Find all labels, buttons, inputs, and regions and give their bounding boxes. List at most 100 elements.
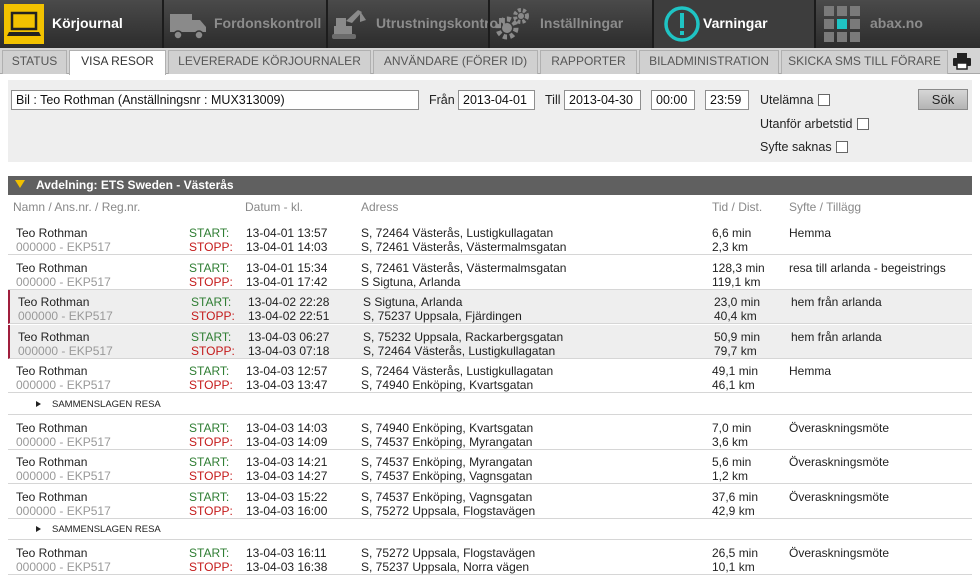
stop-label: STOPP: [189, 469, 233, 483]
trip-duration: 37,6 min [712, 489, 759, 504]
search-button[interactable]: Sök [918, 89, 968, 110]
outside-hours-checkbox[interactable] [857, 118, 869, 130]
start-datetime: 13-04-02 22:28 [248, 295, 330, 309]
stop-label: STOPP: [189, 503, 233, 518]
from-date-input[interactable]: 2013-04-01 [458, 90, 535, 110]
trip-row[interactable]: Teo Rothman 000000 - EKP517 START: STOPP: 13… [8, 255, 972, 290]
nav-abax[interactable]: abax.no [816, 0, 980, 48]
start-address: S, 75232 Uppsala, Rackarbergsgatan [363, 329, 564, 344]
tab-levererade-korjournaler[interactable]: LEVERERADE KÖRJOURNALER [168, 50, 371, 74]
trip-row[interactable]: Teo Rothman 000000 - EKP517 START: STOPP: 13… [8, 484, 972, 519]
merged-trip-row[interactable]: SAMMENSLAGEN RESA [8, 394, 972, 415]
app-grid-icon [824, 6, 860, 42]
tab-status[interactable]: STATUS [2, 50, 67, 74]
trip-distance: 46,1 km [712, 378, 755, 392]
trip-row[interactable]: Teo Rothman 000000 - EKP517 START: STOPP: 13… [8, 290, 972, 324]
stop-datetime: 13-04-03 07:18 [248, 343, 330, 358]
tab-anvandare[interactable]: ANVÄNDARE (FÖRER ID) [373, 50, 538, 74]
nav-label: abax.no [870, 15, 923, 31]
driver-name: Teo Rothman [16, 364, 88, 378]
nav-fordonskontroll[interactable]: Fordonskontroll [164, 0, 326, 48]
start-label: START: [189, 489, 230, 504]
trip-purpose: Hemma [789, 364, 832, 378]
merged-trip-row[interactable]: SAMMENSLAGEN RESA [8, 520, 972, 540]
from-label: Från [429, 93, 455, 107]
start-label: START: [191, 329, 232, 344]
nav-utrustningskontroll[interactable]: Utrustningskontroll [328, 0, 506, 48]
nav-varningar[interactable]: Varningar [654, 0, 814, 48]
expand-triangle-icon [36, 526, 41, 532]
tab-visa-resor[interactable]: VISA RESOR [69, 50, 166, 75]
stop-address: S, 74537 Enköping, Vagnsgatan [361, 469, 533, 483]
tab-biladministration[interactable]: BILADMINISTRATION [639, 50, 779, 74]
start-datetime: 13-04-03 15:22 [246, 489, 328, 504]
stop-address: S, 75237 Uppsala, Norra vägen [361, 560, 530, 574]
start-datetime: 13-04-03 06:27 [248, 329, 330, 344]
print-icon[interactable] [952, 51, 972, 71]
missing-checkbox[interactable] [818, 94, 830, 106]
trip-purpose: Överaskningsmöte [789, 455, 890, 469]
stop-label: STOPP: [189, 274, 233, 289]
start-datetime: 13-04-03 14:21 [246, 455, 328, 469]
vehicle-id: 000000 - EKP517 [16, 274, 111, 289]
trip-distance: 40,4 km [714, 309, 757, 323]
trip-row[interactable]: Teo Rothman 000000 - EKP517 START: STOPP: 13… [8, 324, 972, 359]
start-address: S, 74940 Enköping, Kvartsgatan [361, 420, 534, 435]
trip-row[interactable]: Teo Rothman 000000 - EKP517 START: STOPP: 13… [8, 221, 972, 255]
start-datetime: 13-04-01 13:57 [246, 226, 328, 240]
stop-datetime: 13-04-03 16:38 [246, 560, 328, 574]
start-datetime: 13-04-03 16:11 [246, 546, 327, 560]
tab-bar: STATUS VISA RESOR LEVERERADE KÖRJOURNALE… [0, 48, 980, 75]
no-purpose-label: Syfte saknas [760, 140, 832, 154]
driver-name: Teo Rothman [16, 455, 88, 469]
department-header[interactable]: Avdelning: ETS Sweden - Västerås [8, 176, 972, 195]
trip-distance: 2,3 km [712, 240, 749, 254]
start-label: START: [189, 420, 230, 435]
truck-icon [170, 14, 206, 40]
time-from-input[interactable]: 00:00 [651, 90, 695, 110]
start-datetime: 13-04-03 14:03 [246, 420, 328, 435]
tab-skicka-sms[interactable]: SKICKA SMS TILL FÖRARE [781, 50, 948, 74]
trip-row[interactable]: Teo Rothman 000000 - EKP517 START: STOPP: 13… [8, 415, 972, 450]
start-address: S, 72464 Västerås, Lustigkullagatan [361, 364, 554, 378]
trip-row[interactable]: Teo Rothman 000000 - EKP517 START: STOPP: 13… [8, 450, 972, 484]
time-to-input[interactable]: 23:59 [705, 90, 749, 110]
nav-korjournal[interactable]: Körjournal [0, 0, 162, 48]
trip-duration: 26,5 min [712, 546, 759, 560]
trip-row[interactable]: Teo Rothman 000000 - EKP517 START: STOPP: 13… [8, 541, 972, 575]
stop-address: S, 72461 Västerås, Västermalmsgatan [361, 240, 567, 254]
to-label: Till [545, 93, 561, 107]
stop-label: STOPP: [191, 343, 235, 358]
nav-label: Utrustningskontroll [376, 15, 506, 31]
vehicle-id: 000000 - EKP517 [18, 309, 113, 323]
trip-duration: 50,9 min [714, 329, 761, 344]
nav-label: Körjournal [52, 15, 123, 31]
start-label: START: [189, 364, 230, 378]
trip-duration: 5,6 min [712, 455, 752, 469]
trip-distance: 3,6 km [712, 434, 749, 449]
no-purpose-checkbox[interactable] [836, 141, 848, 153]
trip-purpose: Hemma [789, 226, 832, 240]
start-address: S Sigtuna, Arlanda [363, 295, 463, 309]
start-label: START: [189, 260, 230, 275]
tab-rapporter[interactable]: RAPPORTER [540, 50, 637, 74]
start-datetime: 13-04-03 12:57 [246, 364, 328, 378]
outside-hours-label: Utanför arbetstid [760, 117, 853, 131]
stop-label: STOPP: [191, 309, 235, 323]
vehicle-select[interactable]: Bil : Teo Rothman (Anställningsnr : MUX3… [11, 90, 419, 110]
stop-label: STOPP: [189, 240, 233, 254]
trip-distance: 1,2 km [712, 469, 749, 483]
trip-purpose: hem från arlanda [791, 295, 882, 309]
stop-address: S, 72464 Västerås, Lustigkullagatan [363, 343, 556, 358]
collapse-triangle-icon [15, 180, 25, 188]
to-date-input[interactable]: 2013-04-30 [564, 90, 641, 110]
trip-purpose: hem från arlanda [791, 329, 882, 344]
vehicle-id: 000000 - EKP517 [16, 560, 111, 574]
start-address: S, 72464 Västerås, Lustigkullagatan [361, 226, 554, 240]
nav-installningar[interactable]: Inställningar [490, 0, 652, 48]
stop-datetime: 13-04-02 22:51 [248, 309, 330, 323]
gears-icon [495, 8, 529, 40]
stop-address: S, 75272 Uppsala, Flogstavägen [361, 503, 536, 518]
nav-label: Inställningar [540, 15, 624, 31]
trip-row[interactable]: Teo Rothman 000000 - EKP517 START: STOPP: 13… [8, 359, 972, 393]
